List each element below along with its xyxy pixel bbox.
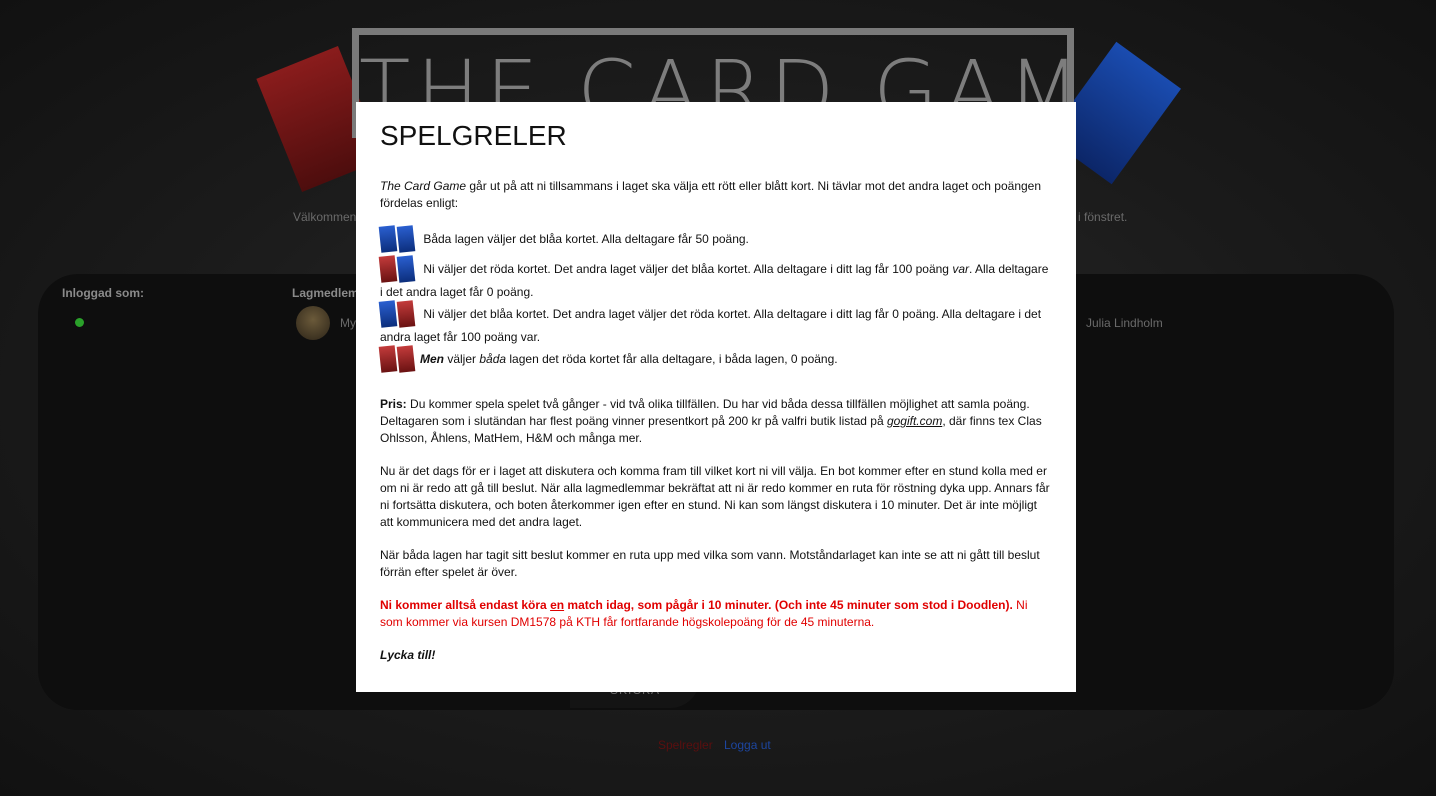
- avatar: [296, 306, 330, 340]
- warning-bold-end: match idag, som pågår i 10 minuter. (Och…: [564, 598, 1013, 612]
- rule-both-blue: Båda lagen väljer det blåa kortet. Alla …: [378, 225, 1052, 256]
- rule-emphasis: var: [952, 262, 969, 277]
- rule-emphasis-both: båda: [479, 352, 507, 367]
- rule-text: Ni väljer det röda kortet. Det andra lag…: [420, 262, 953, 277]
- online-status-icon: [75, 318, 84, 327]
- opponent-member-name: Julia Lindholm: [1086, 316, 1163, 330]
- discussion-paragraph: Nu är det dags för er i laget att diskut…: [380, 464, 1050, 529]
- team-members-label: Lagmedlem: [292, 286, 359, 300]
- rules-list: Båda lagen väljer det blåa kortet. Alla …: [378, 225, 1052, 376]
- blue-red-cards-icon: [378, 300, 416, 329]
- game-name: The Card Game: [380, 179, 467, 193]
- red-blue-cards-icon: [378, 255, 416, 284]
- prize-label: Pris:: [380, 397, 407, 411]
- welcome-text: Välkommen: [293, 210, 357, 224]
- gogift-link[interactable]: gogift.com: [887, 414, 942, 428]
- rule-text: Ni väljer det blåa kortet. Det andra lag…: [380, 307, 1042, 344]
- rule-both-red: Men väljer båda lagen det röda kortet få…: [378, 345, 1052, 376]
- rules-link[interactable]: Spelregler: [658, 738, 713, 752]
- intro-text: går ut på att ni tillsammans i laget ska…: [380, 179, 1042, 210]
- modal-title: SPELGRELER: [380, 120, 567, 151]
- warning-underline: en: [550, 598, 565, 612]
- prize-paragraph: Pris: Du kommer spela spelet två gånger …: [380, 396, 1052, 447]
- decision-paragraph: När båda lagen har tagit sitt beslut kom…: [380, 548, 1040, 579]
- rule-red-blue: Ni väljer det röda kortet. Det andra lag…: [378, 255, 1052, 301]
- rules-modal: SPELGRELER The Card Game går ut på att n…: [356, 102, 1076, 692]
- rule-emphasis: Men: [420, 352, 444, 367]
- logged-in-label: Inloggad som:: [62, 286, 144, 300]
- good-luck-text: Lycka till!: [380, 648, 436, 662]
- rule-blue-red: Ni väljer det blåa kortet. Det andra lag…: [378, 300, 1052, 346]
- rule-text: Båda lagen väljer det blåa kortet. Alla …: [420, 232, 749, 247]
- warning-bold: Ni kommer alltså endast köra: [380, 598, 551, 612]
- rule-text: väljer: [444, 352, 480, 367]
- intro-paragraph: The Card Game går ut på att ni tillsamma…: [380, 178, 1052, 212]
- good-luck: Lycka till!: [380, 647, 1052, 664]
- logout-link[interactable]: Logga ut: [724, 738, 771, 752]
- red-red-cards-icon: [378, 345, 416, 374]
- blue-blue-cards-icon: [378, 225, 416, 254]
- rule-text-end: lagen det röda kortet får alla deltagare…: [506, 352, 838, 367]
- welcome-text-end: d i fönstret.: [1068, 210, 1128, 224]
- team-member-name: My: [340, 316, 356, 330]
- warning-paragraph: Ni kommer alltså endast köra en match id…: [380, 597, 1052, 631]
